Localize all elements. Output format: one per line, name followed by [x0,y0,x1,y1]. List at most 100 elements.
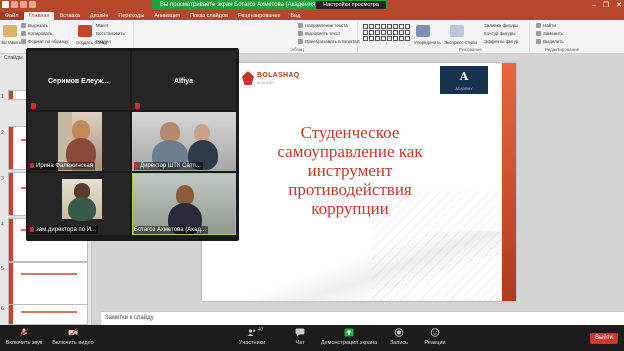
reset-button[interactable]: Восстановить [96,31,125,36]
thumb-number: 5 [1,266,4,272]
shape-icon[interactable] [362,29,368,35]
shape-icon[interactable] [374,23,380,29]
editing-group-label: Редактирование [544,47,580,52]
leave-button[interactable]: Выйти [590,333,618,344]
zoom-gallery-view[interactable]: Серимов Елеуж... Alfiya Ирина Фалежинска… [26,48,239,241]
quick-styles-button[interactable]: Экспресс-стили [444,40,477,45]
shape-icon[interactable] [368,29,374,35]
shape-fill-button[interactable]: Заливка фигуры [484,23,518,28]
quick-styles-icon[interactable] [450,25,464,37]
muted-mic-icon [134,162,138,168]
shape-icon[interactable] [374,35,380,41]
notes-pane[interactable]: Заметки к слайду [101,311,624,325]
shape-outline-button[interactable]: Контур фигуры [484,31,515,36]
shape-icon[interactable] [392,23,398,29]
shapes-gallery[interactable] [362,23,410,43]
view-options-button[interactable]: Настройки просмотра [316,1,386,9]
shape-icon[interactable] [398,35,404,41]
shape-icon[interactable] [386,35,392,41]
align-text-label: Выровнять текст [305,31,341,36]
tab-review[interactable]: Рецензирование [233,12,285,20]
maximize-icon[interactable]: ❐ [603,1,609,10]
select-icon [536,39,541,45]
layout-button[interactable]: Макет [96,23,109,28]
paste-icon[interactable] [3,25,17,37]
tab-slideshow[interactable]: Показ слайдов [185,12,233,20]
slide-title[interactable]: Студенческое самоуправление как инструме… [260,123,440,218]
shape-icon[interactable] [374,29,380,35]
chat-label: Чат [295,340,305,346]
undo-icon[interactable] [20,1,27,8]
participant-tile[interactable]: зам.директора по И... [28,173,130,235]
smartart-button[interactable]: Преобразовать в SmartArt [298,39,360,45]
tab-file[interactable]: Файл [0,12,24,20]
save-icon[interactable] [11,1,18,8]
share-screen-button[interactable]: Демонстрация экрана [320,328,378,346]
participant-tile[interactable]: Ботагоз Ахметова (Акад... [132,173,236,235]
redo-icon[interactable] [29,1,36,8]
find-button[interactable]: Найти [536,23,556,29]
replace-button[interactable]: Заменить [536,31,563,37]
muted-mic-icon [135,103,140,109]
slide-accent-bar [502,63,516,301]
chat-button[interactable]: Чат [290,328,310,346]
tab-insert[interactable]: Вставка [54,12,84,20]
reactions-button[interactable]: Реакции [420,328,450,346]
shape-icon[interactable] [380,23,386,29]
participant-tile[interactable]: Серимов Елеуж... [28,51,130,110]
slide-panel-header[interactable]: Слайды [4,55,23,61]
shape-icon[interactable] [404,23,410,29]
shape-icon[interactable] [380,29,386,35]
drawing-group: Упорядочить Экспресс-стили Заливка фигур… [412,22,530,52]
select-button[interactable]: Выделить [536,39,564,45]
tab-design[interactable]: Дизайн [85,12,114,20]
new-slide-icon[interactable] [78,25,92,37]
slide-thumbnail[interactable] [8,262,88,306]
shape-icon[interactable] [404,35,410,41]
tab-home[interactable]: Главная [23,12,55,20]
close-icon[interactable]: ✕ [616,1,622,10]
shape-icon[interactable] [380,35,386,41]
tab-transitions[interactable]: Переходы [113,12,149,20]
shape-icon[interactable] [392,35,398,41]
shape-icon[interactable] [392,29,398,35]
shape-effects-button[interactable]: Эффекты фигур [484,39,518,44]
shape-icon[interactable] [398,29,404,35]
unmute-label: Включить звук [5,340,43,346]
participant-tile[interactable]: Alfiya [132,51,236,110]
start-video-button[interactable]: Включить видео [50,328,96,346]
copy-button[interactable]: Копировать [21,31,52,37]
section-button[interactable]: Раздел [96,39,111,44]
text-direction-button[interactable]: Направление текста [298,23,348,29]
shape-icon[interactable] [368,35,374,41]
shape-icon[interactable] [362,23,368,29]
record-button[interactable]: Запись [386,328,412,346]
minimize-icon[interactable]: – [592,1,596,10]
participant-tile[interactable]: Директор ШТК Сатп... [132,112,236,171]
shape-icon[interactable] [404,29,410,35]
arrange-icon[interactable] [416,25,430,37]
academy-logo: A ACADEMY [440,66,488,94]
current-slide[interactable]: BOLASHAQ ACADEMY A ACADEMY Студенческое … [202,63,516,301]
paste-button[interactable]: Вставить [2,40,21,45]
tab-animations[interactable]: Анимация [149,12,185,20]
thumb-stripe [9,263,13,305]
shape-icon[interactable] [386,29,392,35]
participant-tile[interactable]: Ирина Фалежинская [28,112,130,171]
bolashaq-logo-name: BOLASHAQ [257,72,300,79]
format-painter-button[interactable]: Формат по образцу [21,39,68,45]
align-text-button[interactable]: Выровнять текст [298,31,341,37]
unmute-button[interactable]: Включить звук [4,328,44,346]
slide-thumbnail[interactable] [8,304,88,325]
shape-icon[interactable] [362,35,368,41]
shape-icon[interactable] [398,23,404,29]
tab-view[interactable]: Вид [285,12,305,20]
arrange-button[interactable]: Упорядочить [414,40,441,45]
shape-icon[interactable] [368,23,374,29]
window-controls: – ❐ ✕ [592,1,622,10]
brush-icon [21,39,26,45]
record-label: Запись [389,340,409,346]
participants-label: Участники [238,340,266,346]
shape-icon[interactable] [386,23,392,29]
cut-button[interactable]: Вырезать [21,23,48,29]
